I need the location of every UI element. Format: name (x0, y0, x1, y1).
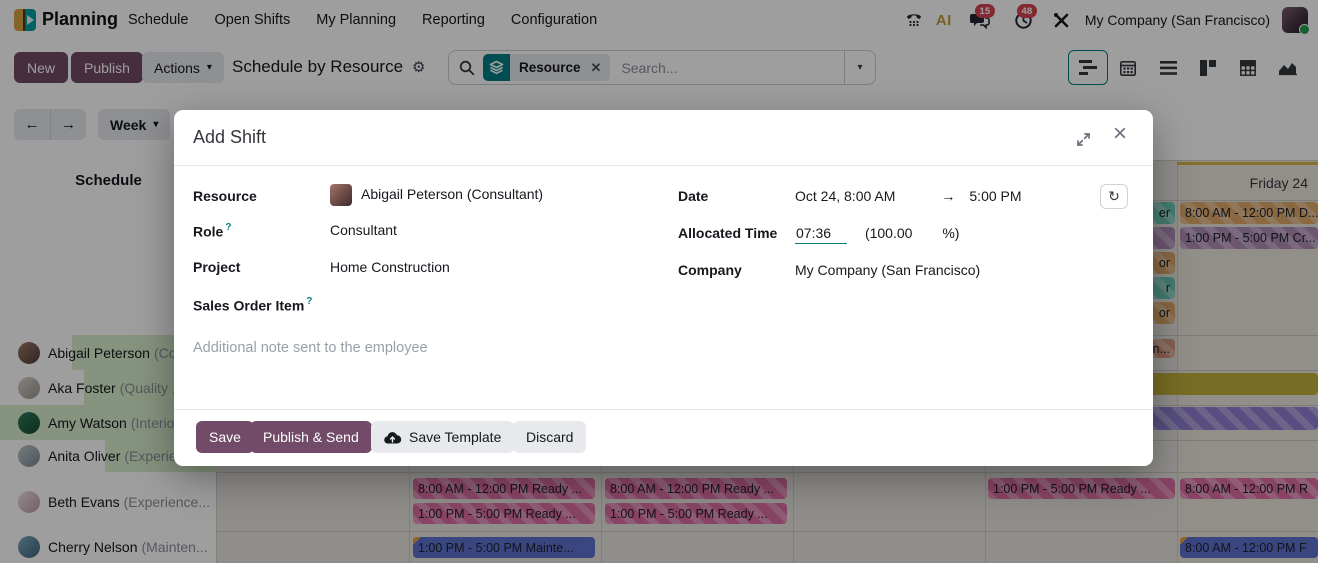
allocated-percentage-suffix: %) (942, 225, 959, 241)
help-icon[interactable]: ? (225, 222, 231, 233)
allocated-time-field-label: Allocated Time (678, 225, 777, 241)
dialog-title: Add Shift (193, 127, 266, 148)
publish-and-send-button[interactable]: Publish & Send (250, 421, 372, 453)
planning-app-screen: Planning ScheduleOpen ShiftsMy PlanningR… (0, 0, 1318, 563)
date-start-input[interactable]: Oct 24, 8:00 AM (795, 188, 895, 204)
sales-order-item-field[interactable] (404, 296, 604, 314)
add-shift-dialog: Add Shift × Resource Abigail Peterson (C… (174, 110, 1153, 466)
recurrence-refresh-button[interactable]: ↻ (1100, 184, 1128, 209)
dialog-footer: Save Publish & Send Save Template Discar… (174, 409, 1153, 466)
cloud-upload-icon (384, 431, 401, 444)
save-button[interactable]: Save (196, 421, 254, 453)
expand-icon[interactable] (1073, 129, 1093, 149)
project-field-label: Project (193, 259, 240, 275)
save-template-label: Save Template (409, 429, 501, 445)
arrow-right-icon: → (941, 188, 955, 204)
role-field[interactable]: Consultant (330, 222, 397, 238)
resource-avatar (330, 184, 352, 206)
discard-button[interactable]: Discard (513, 421, 586, 453)
help-icon[interactable]: ? (306, 296, 312, 307)
role-field-label: Role (193, 223, 223, 239)
resource-field-label: Resource (193, 188, 257, 204)
date-end-input[interactable]: 5:00 PM (969, 188, 1021, 204)
date-field: Oct 24, 8:00 AM → 5:00 PM (795, 188, 1022, 204)
sales-order-item-field-label: Sales Order Item (193, 297, 304, 313)
refresh-icon: ↻ (1108, 188, 1120, 205)
resource-field[interactable]: Abigail Peterson (Consultant) (330, 184, 543, 206)
note-textarea[interactable]: Additional note sent to the employee (193, 340, 793, 356)
company-field[interactable]: My Company (San Francisco) (795, 262, 980, 278)
close-icon[interactable]: × (1113, 122, 1127, 146)
project-field[interactable]: Home Construction (330, 259, 450, 275)
save-template-button[interactable]: Save Template (371, 421, 514, 453)
allocated-time-field: 07:36 (100.00 %) (795, 225, 959, 241)
allocated-percentage-input[interactable]: (100.00 (865, 225, 912, 241)
dialog-header: Add Shift × (174, 110, 1153, 166)
company-field-label: Company (678, 262, 742, 278)
resource-value: Abigail Peterson (Consultant) (361, 186, 543, 202)
allocated-hours-input[interactable]: 07:36 (795, 225, 847, 244)
date-field-label: Date (678, 188, 708, 204)
